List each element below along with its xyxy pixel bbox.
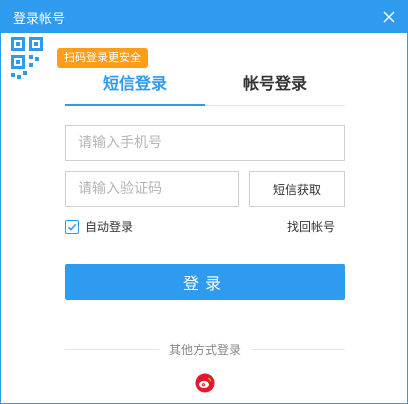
login-window: 登录帐号 扫码登录更安全 短信登录 帐号登录 请输入手机号 请输入验证码 短信获… <box>0 0 408 404</box>
verification-code-input[interactable] <box>65 171 239 207</box>
other-login-divider: 其他方式登录 <box>65 341 346 358</box>
window-title: 登录帐号 <box>13 11 66 27</box>
divider-line-right <box>251 349 346 350</box>
close-button[interactable] <box>381 9 397 25</box>
auto-login-checkbox[interactable] <box>65 219 79 234</box>
phone-input[interactable] <box>65 125 345 161</box>
find-account-link[interactable]: 找回帐号 <box>287 218 335 235</box>
tab-sms-login[interactable]: 短信登录 <box>65 65 205 106</box>
auto-login-label: 自动登录 <box>85 220 134 234</box>
qr-code-icon[interactable] <box>9 37 57 85</box>
login-tabs: 短信登录 帐号登录 <box>65 65 345 106</box>
title-bar: 登录帐号 <box>1 1 407 33</box>
tab-account-login[interactable]: 帐号登录 <box>205 65 345 105</box>
login-button[interactable]: 登录 <box>65 264 345 300</box>
get-sms-code-button[interactable]: 短信获取 <box>249 171 345 207</box>
close-icon <box>383 11 395 23</box>
divider-line-left <box>65 349 159 350</box>
check-icon <box>67 223 77 231</box>
other-login-label: 其他方式登录 <box>169 343 242 357</box>
weibo-icon[interactable] <box>195 373 215 393</box>
auto-login-option[interactable]: 自动登录 <box>65 218 133 235</box>
